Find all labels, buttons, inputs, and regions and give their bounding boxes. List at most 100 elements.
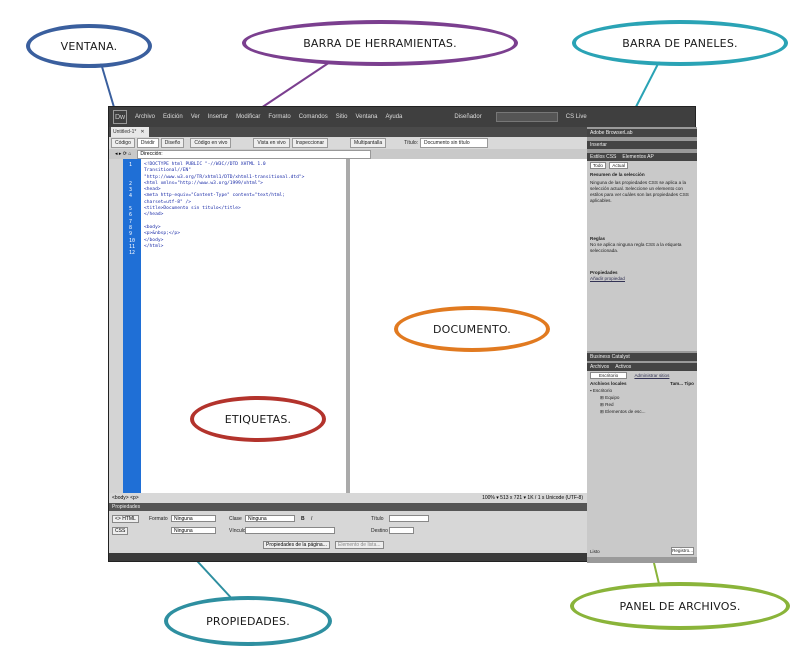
callout-text: BARRA DE PANELES. bbox=[622, 36, 738, 50]
manage-sites-link[interactable]: Administrar sitios bbox=[634, 373, 669, 378]
link-input[interactable] bbox=[245, 527, 335, 534]
menu-sitio[interactable]: Sitio bbox=[336, 114, 348, 120]
callout-documento: DOCUMENTO. bbox=[394, 306, 550, 352]
title-prop-label: Título bbox=[371, 516, 384, 522]
callout-panel-archivos: PANEL DE ARCHIVOS. bbox=[570, 582, 790, 630]
callout-ventana: VENTANA. bbox=[26, 24, 152, 68]
business-catalyst-header[interactable]: Business Catalyst bbox=[587, 353, 697, 361]
callout-propiedades: PROPIEDADES. bbox=[164, 596, 332, 646]
status-bar: <body> <p> 100% ▾ 513 x 721 ▾ 1K / 1 s U… bbox=[109, 493, 587, 503]
doc-tab-label: Untitled-1* bbox=[113, 129, 137, 135]
html-mode-button[interactable]: <> HTML bbox=[112, 515, 139, 523]
menu-archivo[interactable]: Archivo bbox=[135, 114, 155, 120]
dreamweaver-logo[interactable]: Dw bbox=[113, 110, 127, 124]
inspect-button[interactable]: Inspeccionar bbox=[291, 138, 329, 148]
id-select[interactable]: Ninguna bbox=[171, 527, 216, 534]
css-styles-panel: Todo Actual Resumen de la selección Ning… bbox=[587, 161, 697, 351]
document-tab-bar: Untitled-1* ✕ bbox=[109, 127, 587, 137]
tab-css-styles[interactable]: Estilos CSS bbox=[590, 154, 616, 160]
address-label: Dirección: bbox=[140, 151, 163, 157]
class-select[interactable]: Ninguna bbox=[245, 515, 295, 522]
address-input[interactable]: Dirección: bbox=[137, 149, 372, 159]
col-type[interactable]: Tipo bbox=[684, 381, 694, 386]
site-select[interactable]: Escritorio bbox=[590, 372, 628, 379]
menu-ayuda[interactable]: Ayuda bbox=[385, 114, 402, 120]
insert-panel-header[interactable]: Insertar bbox=[587, 141, 697, 149]
tab-ap-elements[interactable]: Elementos AP bbox=[622, 154, 653, 160]
tree-item[interactable]: ⊞ Equipo bbox=[590, 394, 694, 401]
menu-edicion[interactable]: Edición bbox=[163, 114, 183, 120]
add-property-link[interactable]: Añadir propiedad bbox=[590, 276, 694, 282]
title-prop-input[interactable] bbox=[389, 515, 429, 522]
tree-label: Elementos de esc... bbox=[605, 408, 646, 414]
summary-title: Resumen de la selección bbox=[590, 172, 645, 177]
multiscreen-button[interactable]: Multipantalla bbox=[350, 138, 387, 148]
tree-item[interactable]: ▪ Escritorio bbox=[590, 387, 694, 394]
format-select[interactable]: Ninguna bbox=[171, 515, 216, 522]
title-label: Título: bbox=[404, 140, 419, 146]
code-view-button[interactable]: Código bbox=[111, 138, 135, 148]
format-label: Formato bbox=[149, 516, 168, 522]
files-status: Listo bbox=[590, 549, 600, 554]
log-button[interactable]: Registro... bbox=[671, 547, 694, 555]
folder-icon: ⊞ bbox=[600, 408, 604, 414]
panel-dock: Adobe BrowserLab Insertar Estilos CSS El… bbox=[587, 127, 697, 563]
properties-header[interactable]: Propiedades bbox=[109, 503, 587, 511]
title-input[interactable]: Documento sin título bbox=[420, 138, 489, 148]
live-view-button[interactable]: Vista en vivo bbox=[253, 138, 290, 148]
tab-actual[interactable]: Actual bbox=[609, 162, 629, 169]
target-label: Destino bbox=[371, 528, 388, 534]
page-properties-button[interactable]: Propiedades de la página... bbox=[263, 541, 330, 549]
menu-ver[interactable]: Ver bbox=[191, 114, 200, 120]
code-editor[interactable]: <!DOCTYPE html PUBLIC "-//W3C//DTD XHTML… bbox=[141, 159, 346, 493]
callout-barra-paneles: BARRA DE PANELES. bbox=[572, 20, 788, 66]
menu-ventana[interactable]: Ventana bbox=[355, 114, 377, 120]
italic-icon[interactable]: I bbox=[311, 516, 312, 522]
tag-selector[interactable]: <body> <p> bbox=[112, 495, 139, 501]
bold-icon[interactable]: B bbox=[301, 516, 305, 522]
col-local-files[interactable]: Archivos locales bbox=[590, 381, 627, 387]
css-mode-button[interactable]: CSS bbox=[112, 527, 129, 535]
summary-text: Ninguna de las propiedades CSS se aplica… bbox=[590, 180, 689, 203]
line-number-gutter: 1 2 3 4 5 6 7 8 9 10 11 12 bbox=[123, 159, 141, 493]
tree-label: Equipo bbox=[605, 394, 620, 400]
callout-etiquetas: ETIQUETAS. bbox=[190, 396, 326, 442]
close-icon[interactable]: ✕ bbox=[140, 129, 144, 135]
callout-text: BARRA DE HERRAMIENTAS. bbox=[303, 36, 457, 50]
menu-comandos[interactable]: Comandos bbox=[299, 114, 328, 120]
callout-barra-herramientas: BARRA DE HERRAMIENTAS. bbox=[242, 20, 518, 66]
callout-text: DOCUMENTO. bbox=[433, 322, 511, 336]
target-select[interactable] bbox=[389, 527, 414, 534]
tree-item[interactable]: ⊞ Elementos de esc... bbox=[590, 408, 694, 415]
tree-label: Red bbox=[605, 401, 614, 407]
coding-toolbar bbox=[109, 159, 123, 493]
menu-formato[interactable]: Formato bbox=[268, 114, 290, 120]
browserlab-panel-header[interactable]: Adobe BrowserLab bbox=[587, 129, 697, 137]
split-view-button[interactable]: Dividir bbox=[136, 138, 159, 148]
workspace-switcher[interactable]: Diseñador bbox=[454, 114, 481, 120]
tab-todo[interactable]: Todo bbox=[590, 162, 606, 169]
callout-text: ETIQUETAS. bbox=[224, 412, 292, 426]
design-view-button[interactable]: Diseño bbox=[160, 138, 185, 148]
tab-activos[interactable]: Activos bbox=[615, 364, 631, 370]
tree-label: Escritorio bbox=[592, 387, 613, 393]
tab-untitled-1[interactable]: Untitled-1* ✕ bbox=[111, 127, 149, 137]
line-number: 12 bbox=[129, 250, 136, 257]
tab-archivos[interactable]: Archivos bbox=[590, 364, 609, 370]
list-item-button[interactable]: Elemento de lista... bbox=[335, 541, 384, 549]
col-size[interactable]: Tam... bbox=[670, 381, 683, 386]
address-bar: ◂ ▸ ⟳ ⌂ Dirección: bbox=[109, 149, 587, 159]
files-panel-tabs: Archivos Activos bbox=[587, 363, 697, 371]
live-code-button[interactable]: Código en vivo bbox=[190, 138, 232, 148]
tree-item[interactable]: ⊞ Red bbox=[590, 401, 694, 408]
cslive-button[interactable]: CS Live bbox=[566, 114, 587, 120]
file-tree: ▪ Escritorio ⊞ Equipo ⊞ Red ⊞ Elementos … bbox=[590, 387, 694, 415]
files-panel: Escritorio Administrar sitios Archivos l… bbox=[587, 371, 697, 557]
help-search-input[interactable] bbox=[495, 112, 558, 122]
document-toolbar: Código Dividir Diseño Código en vivo Vis… bbox=[109, 137, 587, 149]
folder-icon: ▪ bbox=[590, 387, 592, 393]
menu-insertar[interactable]: Insertar bbox=[208, 114, 228, 120]
nav-arrows-icon[interactable]: ◂ ▸ ⟳ ⌂ bbox=[115, 151, 131, 157]
css-panel-tabs: Estilos CSS Elementos AP bbox=[587, 153, 697, 161]
menu-modificar[interactable]: Modificar bbox=[236, 114, 260, 120]
